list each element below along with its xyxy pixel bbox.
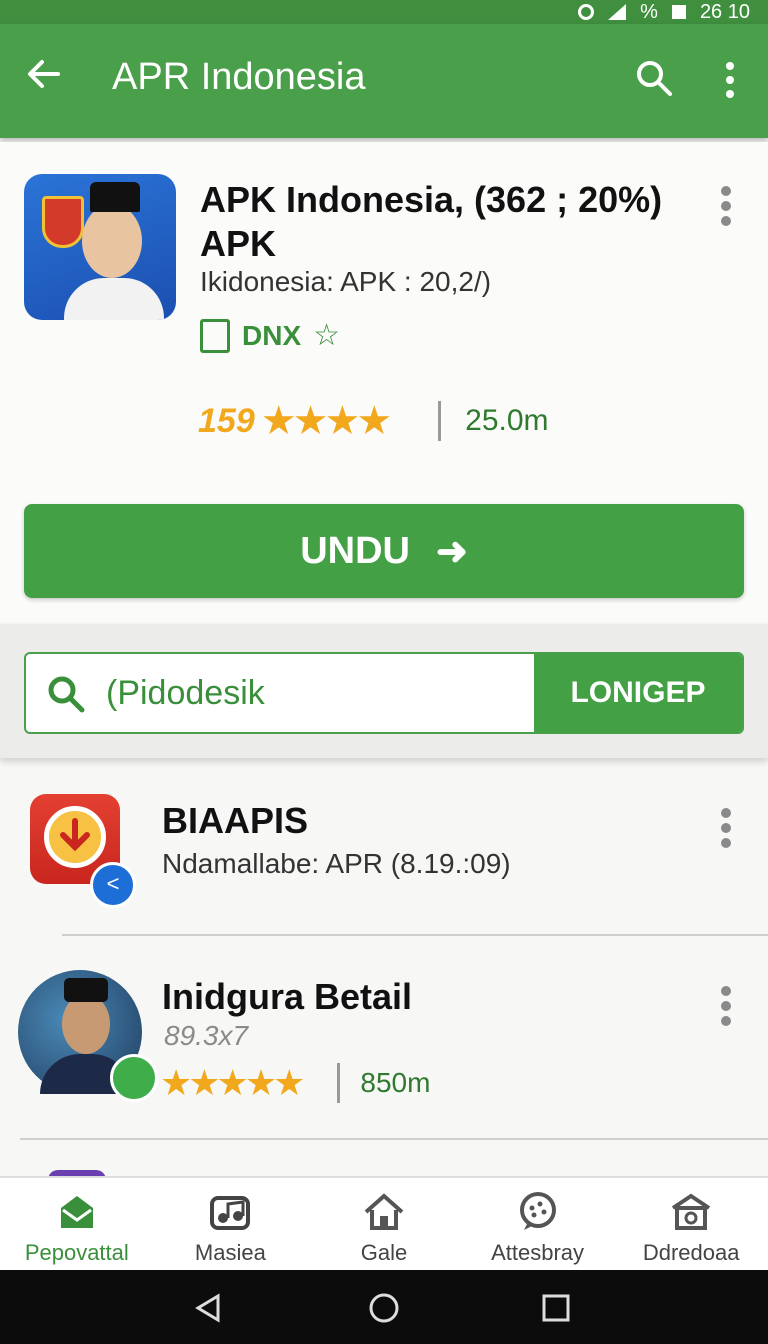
search-icon[interactable] [634, 58, 674, 98]
app-icon[interactable] [24, 174, 176, 320]
system-home-icon[interactable] [368, 1292, 400, 1324]
list-item-subtitle: Ndamallabe: APR (8.19.:09) [162, 848, 511, 879]
rating-stars: ★★★★ [260, 399, 392, 443]
avatar-app-icon[interactable] [18, 970, 158, 1102]
nav-label: Gale [360, 1240, 408, 1265]
nav-label: Ddredoaa [642, 1240, 740, 1265]
home-icon [364, 1193, 404, 1230]
developer-name: DNX [242, 319, 302, 351]
avatar-face [62, 994, 110, 1054]
rating-stars: ★★★★★ [160, 1062, 305, 1103]
list-item-title[interactable]: BIAAPIS [162, 800, 308, 842]
bottom-navigation: Pepovattal Masiea Gale Attesbray Ddredoa… [0, 1176, 768, 1270]
app-icon-cap [90, 182, 140, 212]
rating-row: 159 ★★★★ 25.0m [198, 398, 549, 444]
nav-item-gale[interactable]: Gale [307, 1178, 461, 1270]
clock: 26 10 [699, 0, 750, 23]
clipboard-icon [200, 318, 230, 353]
search-value[interactable]: (Pidodesik [106, 674, 265, 713]
nav-label: Attesbray [491, 1240, 585, 1265]
share-badge-icon: < [90, 862, 136, 908]
search-section: (Pidodesik LONIGEP [0, 624, 768, 758]
divider [62, 934, 768, 936]
install-button-label: UNDU [300, 529, 410, 572]
list-item-subtitle: 89.3x7 [164, 1020, 249, 1051]
featured-app-card[interactable]: APK Indonesia, (362 ; 20%) APK Ikidonesi… [0, 142, 768, 622]
rating-row: ★★★★★ 850m [160, 1062, 430, 1104]
more-vert-icon[interactable] [720, 986, 732, 1026]
system-recents-icon[interactable] [540, 1292, 572, 1324]
search-input[interactable]: (Pidodesik LONIGEP [24, 652, 744, 734]
status-bar: % 26 10 [0, 0, 768, 24]
arrow-back-icon[interactable] [24, 54, 64, 94]
nav-label: Pepovattal [24, 1240, 129, 1265]
system-back-icon[interactable] [192, 1292, 224, 1324]
avatar-cap [64, 978, 108, 1002]
app-subtitle: Ikidonesia: APK : 20,2/) [200, 266, 492, 297]
location-icon [578, 4, 595, 20]
install-button[interactable]: UNDU ➜ [24, 504, 744, 598]
developer-row[interactable]: DNX ☆ [200, 318, 340, 353]
more-vert-icon[interactable] [716, 60, 744, 100]
chat-badge-icon [110, 1054, 158, 1102]
app-size: 850m [360, 1067, 431, 1098]
app-bar: APR Indonesia [0, 24, 768, 138]
nav-label: Masiea [194, 1240, 266, 1265]
divider [337, 1063, 341, 1103]
system-navigation-bar [0, 1270, 768, 1344]
store-icon [60, 1196, 93, 1228]
list-item-title[interactable]: Inidgura Betail [162, 976, 412, 1018]
nav-item-masiea[interactable]: Masiea [154, 1178, 308, 1270]
nav-item-attesbray[interactable]: Attesbray [461, 1178, 615, 1270]
battery-icon [671, 5, 686, 19]
app-icon-face [82, 204, 142, 278]
signal-icon [608, 4, 627, 20]
signal-text: % [640, 0, 658, 23]
music-icon [210, 1196, 251, 1230]
download-app-icon[interactable]: < [30, 794, 136, 908]
nav-item-pepovattal[interactable]: Pepovattal [0, 1178, 154, 1270]
app-size: 25.0m [465, 404, 549, 437]
search-button[interactable]: LONIGEP [534, 654, 742, 732]
download-circle [44, 806, 106, 868]
divider [20, 1138, 768, 1140]
divider [438, 401, 442, 441]
nav-item-ddredoaa[interactable]: Ddredoaa [614, 1178, 768, 1270]
search-icon [48, 676, 85, 713]
page-title: APR Indonesia [112, 56, 366, 98]
star-outline-icon[interactable]: ☆ [313, 318, 340, 353]
shop-house-icon [672, 1193, 711, 1230]
app-icon-body [64, 278, 164, 320]
app-name: APK Indonesia, (362 ; 20%) APK [200, 179, 663, 264]
chat-bubble-icon [519, 1192, 556, 1230]
rating-number: 159 [198, 401, 255, 440]
emblem-icon [42, 196, 84, 248]
more-vert-icon[interactable] [720, 186, 732, 226]
more-vert-icon[interactable] [720, 808, 732, 848]
arrow-right-icon: ➜ [435, 530, 468, 573]
